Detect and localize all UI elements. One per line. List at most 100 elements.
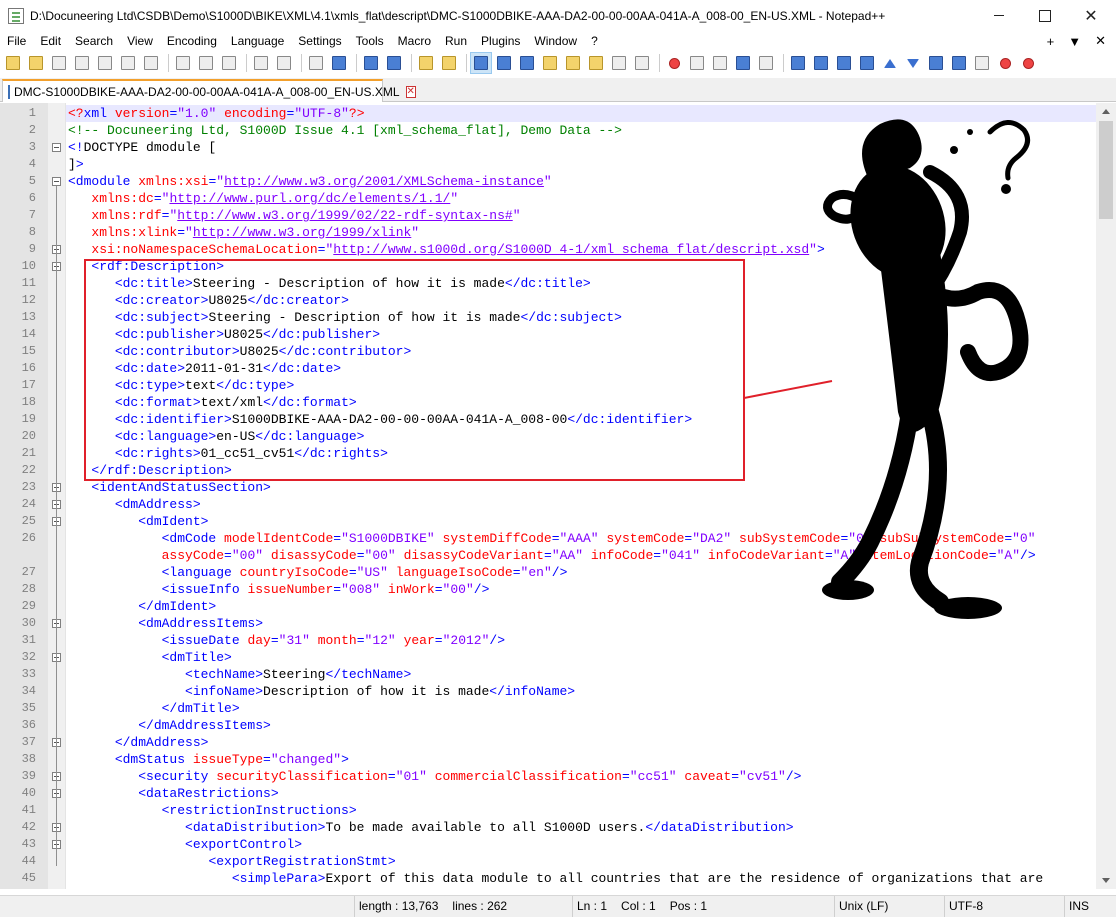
code-line[interactable]: <restrictionInstructions>	[66, 802, 1096, 819]
plugin-navigate-icon[interactable]	[926, 53, 946, 73]
playback-macro-icon[interactable]	[710, 53, 730, 73]
find-icon[interactable]	[306, 53, 326, 73]
plugin-check-icon[interactable]	[972, 53, 992, 73]
code-line[interactable]: <issueDate day="31" month="12" year="201…	[66, 632, 1096, 649]
code-line[interactable]: </dmIdent>	[66, 598, 1096, 615]
code-line[interactable]: assyCode="00" disassyCode="00" disassyCo…	[66, 547, 1096, 564]
code-line[interactable]: <dmodule xmlns:xsi="http://www.w3.org/20…	[66, 173, 1096, 190]
code-line[interactable]: <dc:contributor>U8025</dc:contributor>	[66, 343, 1096, 360]
code-line[interactable]: <identAndStatusSection>	[66, 479, 1096, 496]
code-line[interactable]: <dc:publisher>U8025</dc:publisher>	[66, 326, 1096, 343]
code-line[interactable]: xmlns:xlink="http://www.w3.org/1999/xlin…	[66, 224, 1096, 241]
plugin-diff-icon[interactable]	[857, 53, 877, 73]
save-icon[interactable]	[49, 53, 69, 73]
code-line[interactable]: <language countryIsoCode="US" languageIs…	[66, 564, 1096, 581]
save-all-icon[interactable]	[72, 53, 92, 73]
code-line[interactable]: ]>	[66, 156, 1096, 173]
menu-settings[interactable]: Settings	[291, 31, 348, 51]
close-button[interactable]: ✕	[1068, 0, 1114, 31]
menu-run[interactable]: Run	[438, 31, 474, 51]
menu-encoding[interactable]: Encoding	[160, 31, 224, 51]
menu-file[interactable]: File	[0, 31, 33, 51]
maximize-button[interactable]	[1022, 0, 1068, 31]
code-line[interactable]: <dc:subject>Steering - Description of ho…	[66, 309, 1096, 326]
menu-help[interactable]: ?	[584, 31, 605, 51]
code-line[interactable]: <dataDistribution>To be made available t…	[66, 819, 1096, 836]
fold-toggle-icon[interactable]	[52, 177, 61, 186]
code-line[interactable]: xmlns:dc= "http://www.purl.org/dc/element…	[66, 190, 1096, 207]
record-macro-icon[interactable]	[664, 53, 684, 73]
code-line[interactable]: </dmAddress>	[66, 734, 1096, 751]
code-line[interactable]: <security securityClassification="01" co…	[66, 768, 1096, 785]
status-eol-format[interactable]: Unix (LF)	[834, 896, 942, 917]
editor-pane[interactable]: 1 2 3 4 5 6 7 8 9 10 11 12 13 14 15 16 17 18 19 20 21 22 23 24 2…	[0, 103, 1096, 889]
status-insert-mode[interactable]: INS	[1064, 896, 1116, 917]
open-file-icon[interactable]	[26, 53, 46, 73]
code-line[interactable]: </dmAddressItems>	[66, 717, 1096, 734]
plugin-compare-icon[interactable]	[834, 53, 854, 73]
new-file-icon[interactable]	[3, 53, 23, 73]
word-wrap-icon[interactable]	[470, 52, 492, 74]
menu-language[interactable]: Language	[224, 31, 291, 51]
show-all-characters-icon[interactable]	[494, 53, 514, 73]
code-line[interactable]: <exportRegistrationStmt>	[66, 853, 1096, 870]
code-line[interactable]: <dc:type>text</dc:type>	[66, 377, 1096, 394]
code-line[interactable]: <dc:format>text/xml</dc:format>	[66, 394, 1096, 411]
zoom-out-icon[interactable]	[384, 53, 404, 73]
menu-plugins[interactable]: Plugins	[474, 31, 527, 51]
close-document-button[interactable]: ✕	[1095, 33, 1106, 49]
code-line[interactable]: <dc:date>2011-01-31</dc:date>	[66, 360, 1096, 377]
code-line[interactable]: xmlns:rdf="http://www.w3.org/1999/02/22-…	[66, 207, 1096, 224]
code-line[interactable]: <simplePara>Export of this data module t…	[66, 870, 1096, 887]
stop-recording-icon[interactable]	[687, 53, 707, 73]
sync-vertical-scroll-icon[interactable]	[416, 53, 436, 73]
print-icon[interactable]	[141, 53, 161, 73]
code-line[interactable]: <infoName>Description of how it is made<…	[66, 683, 1096, 700]
menu-edit[interactable]: Edit	[33, 31, 68, 51]
indent-guide-icon[interactable]	[517, 53, 537, 73]
user-defined-language-icon[interactable]	[540, 53, 560, 73]
scroll-up-arrow-icon[interactable]	[1096, 103, 1116, 120]
menu-window[interactable]: Window	[527, 31, 584, 51]
replace-icon[interactable]	[329, 53, 349, 73]
plugin-last-icon[interactable]	[1018, 53, 1038, 73]
next-diff-icon[interactable]	[903, 53, 923, 73]
close-file-icon[interactable]	[95, 53, 115, 73]
document-tab[interactable]: DMC-S1000DBIKE-AAA-DA2-00-00-00AA-041A-A…	[2, 79, 416, 102]
run-macro-multiple-icon[interactable]	[733, 53, 753, 73]
zoom-in-icon[interactable]	[361, 53, 381, 73]
status-encoding[interactable]: UTF-8	[944, 896, 1062, 917]
minimize-button[interactable]	[976, 0, 1022, 31]
code-line[interactable]: <dc:language>en-US</dc:language>	[66, 428, 1096, 445]
function-list-icon[interactable]	[586, 53, 606, 73]
code-line[interactable]: <dataRestrictions>	[66, 785, 1096, 802]
vertical-scrollbar[interactable]	[1096, 103, 1116, 889]
menu-tools[interactable]: Tools	[349, 31, 391, 51]
scrollbar-thumb[interactable]	[1099, 121, 1113, 219]
code-area[interactable]: <?xml version="1.0" encoding="UTF-8"?> <!…	[66, 103, 1096, 889]
code-line[interactable]: <dc:creator>U8025</dc:creator>	[66, 292, 1096, 309]
fold-toggle-icon[interactable]	[52, 143, 61, 152]
plugin-xml-check-icon[interactable]	[788, 53, 808, 73]
tab-list-dropdown-button[interactable]: ▼	[1068, 34, 1081, 49]
document-map-icon[interactable]	[563, 53, 583, 73]
new-tab-button[interactable]: +	[1047, 34, 1055, 49]
cut-icon[interactable]	[173, 53, 193, 73]
plugin-swap-icon[interactable]	[949, 53, 969, 73]
code-line[interactable]: </dmTitle>	[66, 700, 1096, 717]
code-line[interactable]: <exportControl>	[66, 836, 1096, 853]
code-line[interactable]: <dc:rights>01_cc51_cv51</dc:rights>	[66, 445, 1096, 462]
redo-icon[interactable]	[274, 53, 294, 73]
code-line[interactable]: <dmAddress>	[66, 496, 1096, 513]
notepadpp-app-icon[interactable]	[8, 7, 24, 24]
code-line[interactable]: <dc:title>Steering - Description of how …	[66, 275, 1096, 292]
close-all-icon[interactable]	[118, 53, 138, 73]
code-line[interactable]: <issueInfo issueNumber="008" inWork="00"…	[66, 581, 1096, 598]
menu-view[interactable]: View	[120, 31, 160, 51]
previous-diff-icon[interactable]	[880, 53, 900, 73]
tab-close-icon[interactable]: ✕	[405, 85, 416, 98]
code-line[interactable]: <dmStatus issueType="changed">	[66, 751, 1096, 768]
save-macro-icon[interactable]	[756, 53, 776, 73]
code-line[interactable]: <dmAddressItems>	[66, 615, 1096, 632]
monitoring-icon[interactable]	[632, 53, 652, 73]
